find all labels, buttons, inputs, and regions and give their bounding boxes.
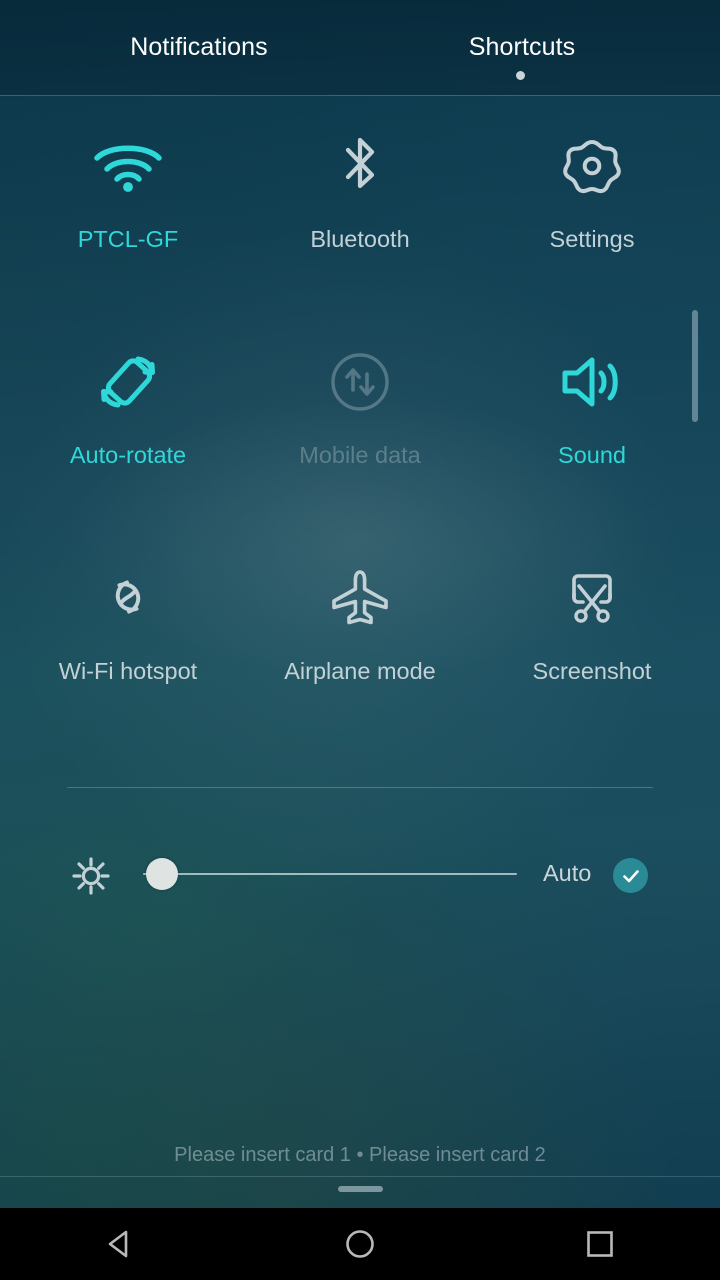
tile-wifi[interactable]: PTCL-GF [8, 96, 248, 311]
auto-brightness-checkbox[interactable] [613, 858, 648, 893]
tile-sound[interactable]: Sound [472, 312, 712, 527]
mobile-data-icon [328, 342, 392, 422]
nav-home-button[interactable] [240, 1224, 480, 1264]
tile-auto-rotate[interactable]: Auto-rotate [8, 312, 248, 527]
tab-shortcuts[interactable]: Shortcuts [357, 33, 687, 62]
brightness-section-divider [67, 787, 653, 788]
hotspot-icon [96, 558, 160, 638]
scrollbar-thumb[interactable] [692, 310, 698, 422]
panel-drag-handle[interactable] [338, 1186, 383, 1192]
checkmark-icon [622, 869, 639, 882]
tab-notifications-label: Notifications [130, 33, 268, 61]
screenshot-icon [560, 558, 624, 638]
bluetooth-icon [330, 126, 390, 206]
brightness-slider-track[interactable] [143, 873, 517, 875]
tile-wifi-hotspot-label: Wi-Fi hotspot [58, 658, 198, 684]
recents-square-icon [587, 1231, 613, 1257]
tab-notifications[interactable]: Notifications [34, 33, 364, 62]
tile-screenshot-label: Screenshot [532, 658, 652, 684]
tile-wifi-label: PTCL-GF [77, 226, 179, 252]
gear-icon [560, 126, 624, 206]
footer-divider [0, 1176, 720, 1177]
system-navigation-bar [0, 1208, 720, 1280]
home-circle-icon [346, 1230, 374, 1258]
tab-active-indicator-dot [516, 71, 525, 80]
tile-settings-label: Settings [549, 226, 635, 252]
sim-status-text: Please insert card 1 • Please insert car… [174, 1144, 546, 1166]
tile-auto-rotate-label: Auto-rotate [69, 442, 187, 468]
tile-settings[interactable]: Settings [472, 96, 712, 311]
tile-mobile-data[interactable]: Mobile data [240, 312, 480, 527]
brightness-sun-icon [70, 855, 112, 897]
shortcuts-grid: PTCL-GF Bluetooth Settings Auto-rotate M… [0, 96, 720, 756]
tile-airplane-mode[interactable]: Airplane mode [240, 528, 480, 743]
brightness-slider-thumb[interactable] [146, 858, 178, 890]
wifi-icon [91, 126, 165, 206]
sound-icon [557, 342, 627, 422]
brightness-slider[interactable] [143, 858, 517, 890]
tile-airplane-mode-label: Airplane mode [284, 658, 436, 684]
auto-brightness-label: Auto [543, 860, 592, 886]
airplane-icon [328, 558, 392, 638]
quick-settings-screen: Notifications Shortcuts PTCL-GF Bluetoot… [0, 0, 720, 1280]
tile-screenshot[interactable]: Screenshot [472, 528, 712, 743]
auto-rotate-icon [93, 342, 163, 422]
tile-mobile-data-label: Mobile data [299, 442, 421, 468]
tile-sound-label: Sound [558, 442, 626, 468]
tab-shortcuts-label: Shortcuts [468, 33, 576, 61]
back-triangle-icon [108, 1230, 128, 1258]
nav-back-button[interactable] [0, 1224, 240, 1264]
tile-wifi-hotspot[interactable]: Wi-Fi hotspot [8, 528, 248, 743]
brightness-row: Auto [0, 845, 720, 905]
tile-bluetooth-label: Bluetooth [310, 226, 410, 252]
tile-bluetooth[interactable]: Bluetooth [240, 96, 480, 311]
nav-recents-button[interactable] [480, 1224, 720, 1264]
